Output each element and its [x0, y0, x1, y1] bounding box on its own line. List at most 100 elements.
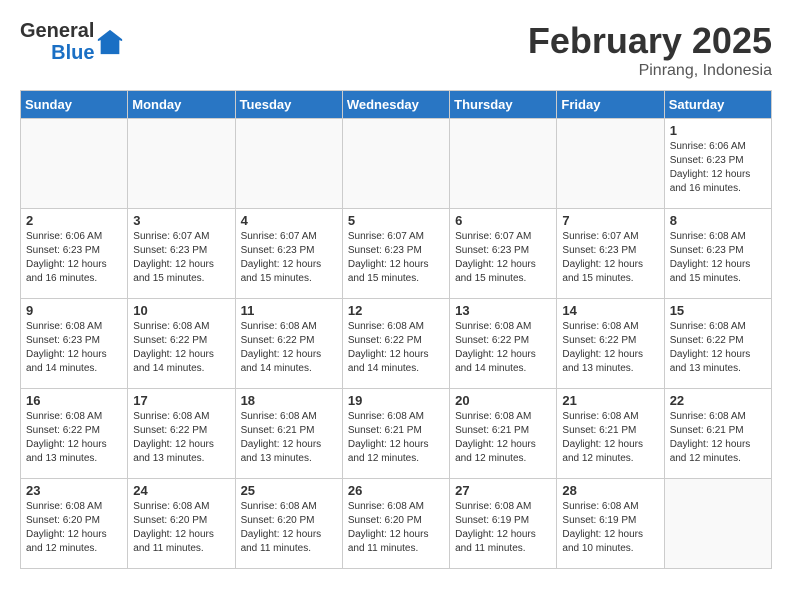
day-number: 9 [26, 303, 122, 318]
day-number: 5 [348, 213, 444, 228]
logo-general-text: General [20, 20, 94, 42]
day-number: 11 [241, 303, 337, 318]
day-info: Sunrise: 6:08 AM Sunset: 6:22 PM Dayligh… [26, 410, 122, 466]
day-info: Sunrise: 6:08 AM Sunset: 6:23 PM Dayligh… [26, 320, 122, 376]
title-block: February 2025 Pinrang, Indonesia [528, 20, 772, 80]
day-info: Sunrise: 6:08 AM Sunset: 6:20 PM Dayligh… [241, 500, 337, 556]
col-tuesday: Tuesday [235, 91, 342, 119]
calendar-week-4: 16 Sunrise: 6:08 AM Sunset: 6:22 PM Dayli… [21, 389, 772, 479]
day-number: 4 [241, 213, 337, 228]
day-number: 2 [26, 213, 122, 228]
calendar-cell: 22 Sunrise: 6:08 AM Sunset: 6:21 PM Dayli… [664, 389, 771, 479]
calendar-cell [450, 119, 557, 209]
day-info: Sunrise: 6:07 AM Sunset: 6:23 PM Dayligh… [133, 230, 229, 286]
day-number: 17 [133, 393, 229, 408]
calendar-week-5: 23 Sunrise: 6:08 AM Sunset: 6:20 PM Dayli… [21, 479, 772, 569]
calendar-cell: 6Sunrise: 6:07 AM Sunset: 6:23 PM Daylig… [450, 209, 557, 299]
day-number: 16 [26, 393, 122, 408]
calendar-cell: 4Sunrise: 6:07 AM Sunset: 6:23 PM Daylig… [235, 209, 342, 299]
calendar-cell: 20 Sunrise: 6:08 AM Sunset: 6:21 PM Dayli… [450, 389, 557, 479]
calendar-cell: 18 Sunrise: 6:08 AM Sunset: 6:21 PM Dayli… [235, 389, 342, 479]
col-monday: Monday [128, 91, 235, 119]
header-row: Sunday Monday Tuesday Wednesday Thursday… [21, 91, 772, 119]
calendar-cell: 2 Sunrise: 6:06 AM Sunset: 6:23 PM Daylig… [21, 209, 128, 299]
calendar-cell: 11 Sunrise: 6:08 AM Sunset: 6:22 PM Dayli… [235, 299, 342, 389]
calendar-cell [342, 119, 449, 209]
calendar-cell [557, 119, 664, 209]
day-number: 18 [241, 393, 337, 408]
day-info: Sunrise: 6:08 AM Sunset: 6:20 PM Dayligh… [26, 500, 122, 556]
day-info: Sunrise: 6:08 AM Sunset: 6:21 PM Dayligh… [562, 410, 658, 466]
day-info: Sunrise: 6:08 AM Sunset: 6:23 PM Dayligh… [670, 230, 766, 286]
calendar-cell: 27 Sunrise: 6:08 AM Sunset: 6:19 PM Dayli… [450, 479, 557, 569]
day-number: 23 [26, 483, 122, 498]
calendar-cell [235, 119, 342, 209]
day-number: 22 [670, 393, 766, 408]
calendar-cell: 23 Sunrise: 6:08 AM Sunset: 6:20 PM Dayli… [21, 479, 128, 569]
day-info: Sunrise: 6:08 AM Sunset: 6:20 PM Dayligh… [348, 500, 444, 556]
day-info: Sunrise: 6:08 AM Sunset: 6:22 PM Dayligh… [133, 410, 229, 466]
day-info: Sunrise: 6:08 AM Sunset: 6:21 PM Dayligh… [241, 410, 337, 466]
day-number: 15 [670, 303, 766, 318]
day-number: 27 [455, 483, 551, 498]
calendar-week-1: 1Sunrise: 6:06 AM Sunset: 6:23 PM Daylig… [21, 119, 772, 209]
logo-blue-text: Blue [51, 42, 94, 64]
calendar-week-2: 2 Sunrise: 6:06 AM Sunset: 6:23 PM Daylig… [21, 209, 772, 299]
day-number: 3 [133, 213, 229, 228]
day-info: Sunrise: 6:08 AM Sunset: 6:20 PM Dayligh… [133, 500, 229, 556]
day-number: 21 [562, 393, 658, 408]
calendar-cell: 16 Sunrise: 6:08 AM Sunset: 6:22 PM Dayli… [21, 389, 128, 479]
calendar-cell: 13Sunrise: 6:08 AM Sunset: 6:22 PM Dayli… [450, 299, 557, 389]
day-info: Sunrise: 6:08 AM Sunset: 6:22 PM Dayligh… [562, 320, 658, 376]
day-number: 28 [562, 483, 658, 498]
col-saturday: Saturday [664, 91, 771, 119]
day-info: Sunrise: 6:08 AM Sunset: 6:21 PM Dayligh… [348, 410, 444, 466]
day-number: 12 [348, 303, 444, 318]
day-info: Sunrise: 6:08 AM Sunset: 6:22 PM Dayligh… [133, 320, 229, 376]
calendar-table: Sunday Monday Tuesday Wednesday Thursday… [20, 90, 772, 569]
day-info: Sunrise: 6:07 AM Sunset: 6:23 PM Dayligh… [455, 230, 551, 286]
calendar-body: 1 Sunrise: 6:06 AM Sunset: 6:23 PM Daylig… [21, 119, 772, 569]
calendar-cell [21, 119, 128, 209]
day-info: Sunrise: 6:07 AM Sunset: 6:23 PM Dayligh… [562, 230, 658, 286]
calendar-cell: 17 Sunrise: 6:08 AM Sunset: 6:22 PM Dayli… [128, 389, 235, 479]
day-info: Sunrise: 6:07 AM Sunset: 6:23 PM Dayligh… [348, 230, 444, 286]
col-wednesday: Wednesday [342, 91, 449, 119]
day-info: Sunrise: 6:08 AM Sunset: 6:22 PM Dayligh… [241, 320, 337, 376]
day-number: 25 [241, 483, 337, 498]
calendar-title: February 2025 [528, 20, 772, 62]
calendar-cell: 21 Sunrise: 6:08 AM Sunset: 6:21 PM Dayli… [557, 389, 664, 479]
calendar-cell: 25 Sunrise: 6:08 AM Sunset: 6:20 PM Dayli… [235, 479, 342, 569]
calendar-cell [128, 119, 235, 209]
day-info: Sunrise: 6:06 AM Sunset: 6:23 PM Dayligh… [26, 230, 122, 286]
day-number: 19 [348, 393, 444, 408]
calendar-cell: 9 Sunrise: 6:08 AM Sunset: 6:23 PM Daylig… [21, 299, 128, 389]
calendar-cell [664, 479, 771, 569]
calendar-cell: 8Sunrise: 6:08 AM Sunset: 6:23 PM Daylig… [664, 209, 771, 299]
calendar-header: Sunday Monday Tuesday Wednesday Thursday… [21, 91, 772, 119]
day-number: 20 [455, 393, 551, 408]
day-info: Sunrise: 6:08 AM Sunset: 6:19 PM Dayligh… [562, 500, 658, 556]
day-info: Sunrise: 6:08 AM Sunset: 6:19 PM Dayligh… [455, 500, 551, 556]
col-sunday: Sunday [21, 91, 128, 119]
logo: General Blue [20, 20, 124, 64]
day-number: 7 [562, 213, 658, 228]
calendar-week-3: 9 Sunrise: 6:08 AM Sunset: 6:23 PM Daylig… [21, 299, 772, 389]
day-number: 24 [133, 483, 229, 498]
calendar-cell: 3 Sunrise: 6:07 AM Sunset: 6:23 PM Daylig… [128, 209, 235, 299]
col-friday: Friday [557, 91, 664, 119]
calendar-subtitle: Pinrang, Indonesia [528, 62, 772, 80]
calendar-cell: 19 Sunrise: 6:08 AM Sunset: 6:21 PM Dayli… [342, 389, 449, 479]
day-info: Sunrise: 6:08 AM Sunset: 6:22 PM Dayligh… [348, 320, 444, 376]
day-info: Sunrise: 6:08 AM Sunset: 6:22 PM Dayligh… [455, 320, 551, 376]
calendar-cell: 7 Sunrise: 6:07 AM Sunset: 6:23 PM Daylig… [557, 209, 664, 299]
calendar-cell: 24 Sunrise: 6:08 AM Sunset: 6:20 PM Dayli… [128, 479, 235, 569]
calendar-cell: 5 Sunrise: 6:07 AM Sunset: 6:23 PM Daylig… [342, 209, 449, 299]
day-number: 1 [670, 123, 766, 138]
day-number: 14 [562, 303, 658, 318]
page-header: General Blue February 2025 Pinrang, Indo… [20, 20, 772, 80]
logo-icon [96, 28, 124, 56]
day-info: Sunrise: 6:08 AM Sunset: 6:21 PM Dayligh… [455, 410, 551, 466]
calendar-cell: 15Sunrise: 6:08 AM Sunset: 6:22 PM Dayli… [664, 299, 771, 389]
day-info: Sunrise: 6:08 AM Sunset: 6:21 PM Dayligh… [670, 410, 766, 466]
